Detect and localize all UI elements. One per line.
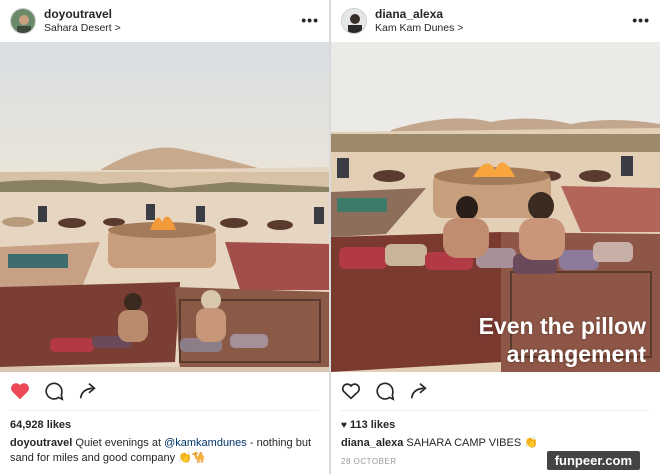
likes-text: 64,928 likes [10, 419, 72, 431]
action-bar [0, 372, 329, 410]
heart-filled-icon[interactable] [9, 380, 31, 402]
post-photo[interactable]: Even the pillow arrangement [331, 42, 660, 372]
overlay-line-2: arrangement [506, 341, 646, 367]
share-icon[interactable] [408, 380, 430, 402]
caption-text: Quiet evenings at [72, 437, 165, 449]
post-left: doyoutravel Sahara Desert > ••• 64,928 l… [0, 0, 330, 474]
caption-username[interactable]: diana_alexa [341, 437, 403, 449]
caption-mention[interactable]: @kamkamdunes [164, 437, 247, 449]
post-header: doyoutravel Sahara Desert > ••• [0, 0, 329, 42]
watermark: funpeer.com [546, 451, 640, 470]
caption-text: SAHARA CAMP VIBES 👏 [403, 437, 538, 449]
caption: diana_alexa SAHARA CAMP VIBES 👏 [331, 431, 660, 451]
caption-username[interactable]: doyoutravel [10, 437, 72, 449]
share-icon[interactable] [77, 380, 99, 402]
avatar[interactable] [341, 8, 367, 34]
caption: doyoutravel Quiet evenings at @kamkamdun… [0, 431, 329, 466]
likes-text: 113 likes [349, 419, 396, 431]
more-options-icon[interactable]: ••• [632, 13, 650, 27]
small-heart-icon: ♥ [341, 419, 347, 431]
location-link[interactable]: Kam Kam Dunes > [375, 22, 463, 34]
photo-overlay-text: Even the pillow arrangement [479, 312, 646, 368]
username[interactable]: doyoutravel [44, 7, 121, 22]
username[interactable]: diana_alexa [375, 7, 463, 22]
post-photo[interactable] [0, 42, 329, 372]
comment-icon[interactable] [43, 380, 65, 402]
location-link[interactable]: Sahara Desert > [44, 22, 121, 34]
like-count[interactable]: ♥ 113 likes [331, 411, 660, 431]
more-options-icon[interactable]: ••• [301, 13, 319, 27]
like-count[interactable]: 64,928 likes [0, 411, 329, 431]
overlay-line-1: Even the pillow [478, 313, 646, 339]
post-header: diana_alexa Kam Kam Dunes > ••• [331, 0, 660, 42]
action-bar [331, 372, 660, 410]
comment-icon[interactable] [374, 380, 396, 402]
heart-outline-icon[interactable] [340, 380, 362, 402]
post-right: diana_alexa Kam Kam Dunes > ••• Even the… [331, 0, 660, 474]
avatar[interactable] [10, 8, 36, 34]
